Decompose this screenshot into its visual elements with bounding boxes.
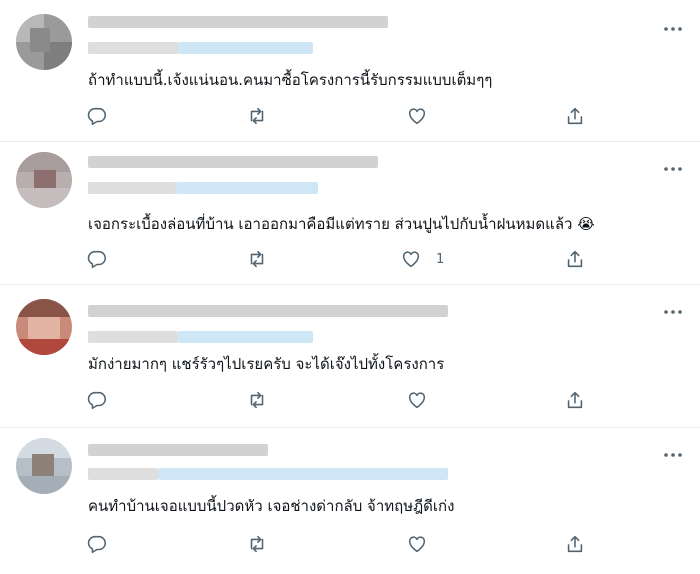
share-button[interactable] [564,247,586,271]
reply-button[interactable] [86,532,108,556]
share-button[interactable] [564,388,586,412]
blurred-username [88,42,178,54]
share-icon [567,250,583,268]
tweet-3[interactable]: มักง่ายมากๆ แชร์รัวๆไปเรยครับ จะได้เจ๊งไ… [0,285,700,428]
blurred-username [88,182,176,194]
more-options-button[interactable] [662,18,684,40]
more-icon [664,27,682,31]
tweet-1[interactable]: ถ้าทำแบบนี้.เจ้งแน่นอน.คนมาซื้อโครงการนี… [0,0,700,142]
blurred-username [88,468,158,480]
blurred-display-name [88,156,378,168]
tweet-2[interactable]: เจอกระเบื้องล่อนที่บ้าน เอาออกมาคือมีแต่… [0,142,700,285]
reply-button[interactable] [86,104,108,128]
retweet-button[interactable] [246,104,268,128]
avatar[interactable] [16,438,72,494]
retweet-button[interactable] [246,247,268,271]
share-icon [567,535,583,553]
like-button[interactable] [406,388,442,412]
more-options-button[interactable] [662,301,684,323]
more-icon [664,453,682,457]
tweet-4[interactable]: คนทำบ้านเจอแบบนี้ปวดหัว เจอช่างด่ากลับ จ… [0,428,700,574]
retweet-icon [250,107,264,125]
tweet-actions: 1 [86,247,586,271]
retweet-icon [250,391,264,409]
blurred-username-link [178,331,313,343]
like-count: 1 [436,251,445,267]
like-button[interactable]: 1 [400,247,444,271]
blurred-display-name [88,16,388,28]
tweet-actions [86,104,586,128]
like-button[interactable] [406,532,442,556]
more-options-button[interactable] [662,158,684,180]
heart-icon [408,536,426,553]
retweet-icon [250,250,264,268]
blurred-display-name [88,444,268,456]
share-icon [567,107,583,125]
heart-icon [402,251,420,268]
blurred-display-name [88,305,448,317]
avatar[interactable] [16,152,72,208]
reply-icon [87,250,107,269]
tweet-text: มักง่ายมากๆ แชร์รัวๆไปเรยครับ จะได้เจ๊งไ… [88,355,445,373]
like-button[interactable] [406,104,442,128]
reply-button[interactable] [86,247,108,271]
tweet-actions [86,388,586,412]
blurred-username-link [178,42,313,54]
reply-icon [87,107,107,126]
retweet-button[interactable] [246,388,268,412]
more-icon [664,167,682,171]
share-icon [567,391,583,409]
heart-icon [408,108,426,125]
retweet-button[interactable] [246,532,268,556]
retweet-icon [250,535,264,553]
tweet-actions [86,532,586,556]
share-button[interactable] [564,532,586,556]
more-icon [664,310,682,314]
heart-icon [408,392,426,409]
reply-icon [87,535,107,554]
blurred-username-link [158,468,448,480]
avatar[interactable] [16,299,72,355]
tweet-text: ถ้าทำแบบนี้.เจ้งแน่นอน.คนมาซื้อโครงการนี… [88,71,493,89]
avatar[interactable] [16,14,72,70]
more-options-button[interactable] [662,444,684,466]
blurred-username-link [176,182,318,194]
reply-icon [87,391,107,410]
tweet-text: เจอกระเบื้องล่อนที่บ้าน เอาออกมาคือมีแต่… [88,215,595,233]
share-button[interactable] [564,104,586,128]
tweet-text: คนทำบ้านเจอแบบนี้ปวดหัว เจอช่างด่ากลับ จ… [88,497,455,515]
blurred-username [88,331,178,343]
reply-button[interactable] [86,388,108,412]
